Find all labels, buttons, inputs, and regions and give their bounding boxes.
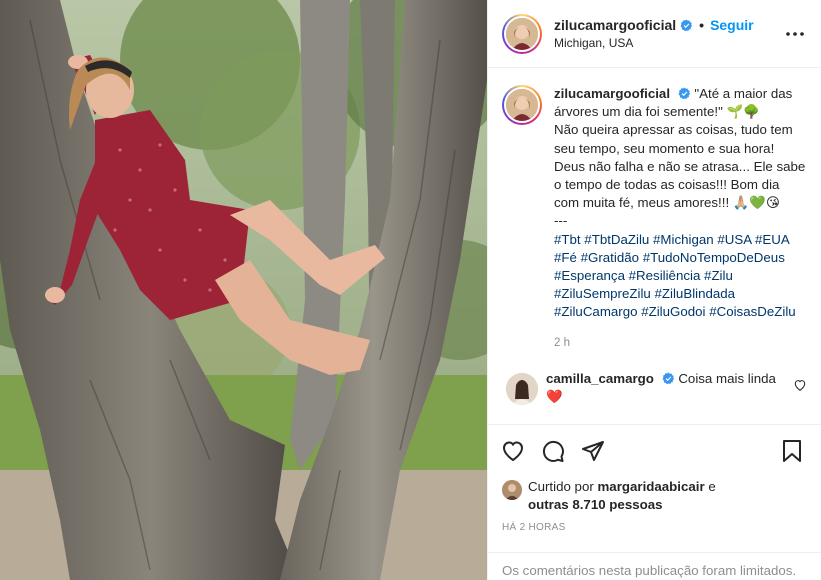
photo-illustration xyxy=(0,0,487,580)
caption-line: --- xyxy=(554,213,568,229)
hashtag-line[interactable]: #Tbt #TbtDaZilu #Michigan #USA #EUA xyxy=(554,232,790,247)
save-bookmark-icon[interactable] xyxy=(779,438,805,464)
caption-line: Não queira apressar as coisas, tudo tem xyxy=(554,122,793,138)
likes-prefix: Curtido por xyxy=(528,479,594,494)
comments-area: zilucamargooficial "Até a maior das árvo… xyxy=(488,69,821,424)
comment-text: Coisa mais linda xyxy=(678,370,776,386)
commenter-verified-badge-icon xyxy=(662,372,674,385)
post-photo[interactable] xyxy=(0,0,487,580)
action-bar xyxy=(488,424,821,476)
caption-line: com muita fé, meus amores!!! 🙏🏼💚😘 xyxy=(554,195,780,211)
hashtag-line[interactable]: #Fé #Gratidão #TudoNoTempoDeDeus xyxy=(554,250,785,265)
liker-username[interactable]: margaridaabicair xyxy=(597,479,704,494)
like-heart-icon[interactable] xyxy=(500,438,526,464)
post-side-panel: zilucamargooficial • Seguir Michigan, US… xyxy=(487,0,821,580)
avatar-image xyxy=(506,17,538,50)
more-options-icon[interactable] xyxy=(783,22,807,46)
comment-item: camilla_camargo Coisa mais linda ❤️ xyxy=(502,370,807,406)
caption-line: seu tempo, seu momento e sua hora! xyxy=(554,140,775,156)
post-header: zilucamargooficial • Seguir Michigan, US… xyxy=(488,0,821,68)
commenter-avatar[interactable] xyxy=(506,372,538,405)
comments-limited-notice: Os comentários nesta publicação foram li… xyxy=(488,552,821,580)
comment-emoji: ❤️ xyxy=(546,388,563,404)
caption-verified-badge-icon xyxy=(678,87,690,100)
comment-bubble-icon[interactable] xyxy=(540,438,566,464)
likes-others-count[interactable]: outras 8.710 pessoas xyxy=(528,497,663,512)
follow-button[interactable]: Seguir xyxy=(710,17,754,33)
comment-like-heart-icon[interactable] xyxy=(793,378,807,392)
commenter-username[interactable]: camilla_camargo xyxy=(546,371,654,386)
caption-username[interactable]: zilucamargooficial xyxy=(554,86,670,101)
separator-dot: • xyxy=(699,17,705,33)
likes-connector: e xyxy=(708,479,716,494)
likes-summary: Curtido por margaridaabicair e outras 8.… xyxy=(502,478,807,514)
post-location[interactable]: Michigan, USA xyxy=(554,36,783,50)
verified-badge-icon xyxy=(680,19,693,31)
share-paper-plane-icon[interactable] xyxy=(580,438,606,464)
post-timestamp[interactable]: HÁ 2 HORAS xyxy=(502,522,566,533)
caption-line: árvores um dia foi semente!" 🌱🌳 xyxy=(554,104,760,120)
author-username[interactable]: zilucamargooficial xyxy=(554,17,676,33)
caption-line: o tempo de todas as coisas!!! Bom dia xyxy=(554,177,780,193)
hashtag-line[interactable]: #Esperança #Resiliência #Zilu xyxy=(554,268,733,283)
instagram-post: zilucamargooficial • Seguir Michigan, US… xyxy=(0,0,821,580)
caption-line: Deus não falha e não se atrasa... Ele sa… xyxy=(554,158,806,174)
author-avatar[interactable] xyxy=(502,13,542,54)
caption-time[interactable]: 2 h xyxy=(554,334,807,352)
liker-avatar[interactable] xyxy=(502,480,522,500)
hashtag-line[interactable]: #ZiluSempreZilu #ZiluBlindada xyxy=(554,286,735,301)
caption-avatar[interactable] xyxy=(502,85,542,125)
caption-line: "Até a maior das xyxy=(694,86,793,101)
hashtag-line[interactable]: #ZiluCamargo #ZiluGodoi #CoisasDeZilu xyxy=(554,304,796,319)
caption: zilucamargooficial "Até a maior das árvo… xyxy=(502,85,807,352)
